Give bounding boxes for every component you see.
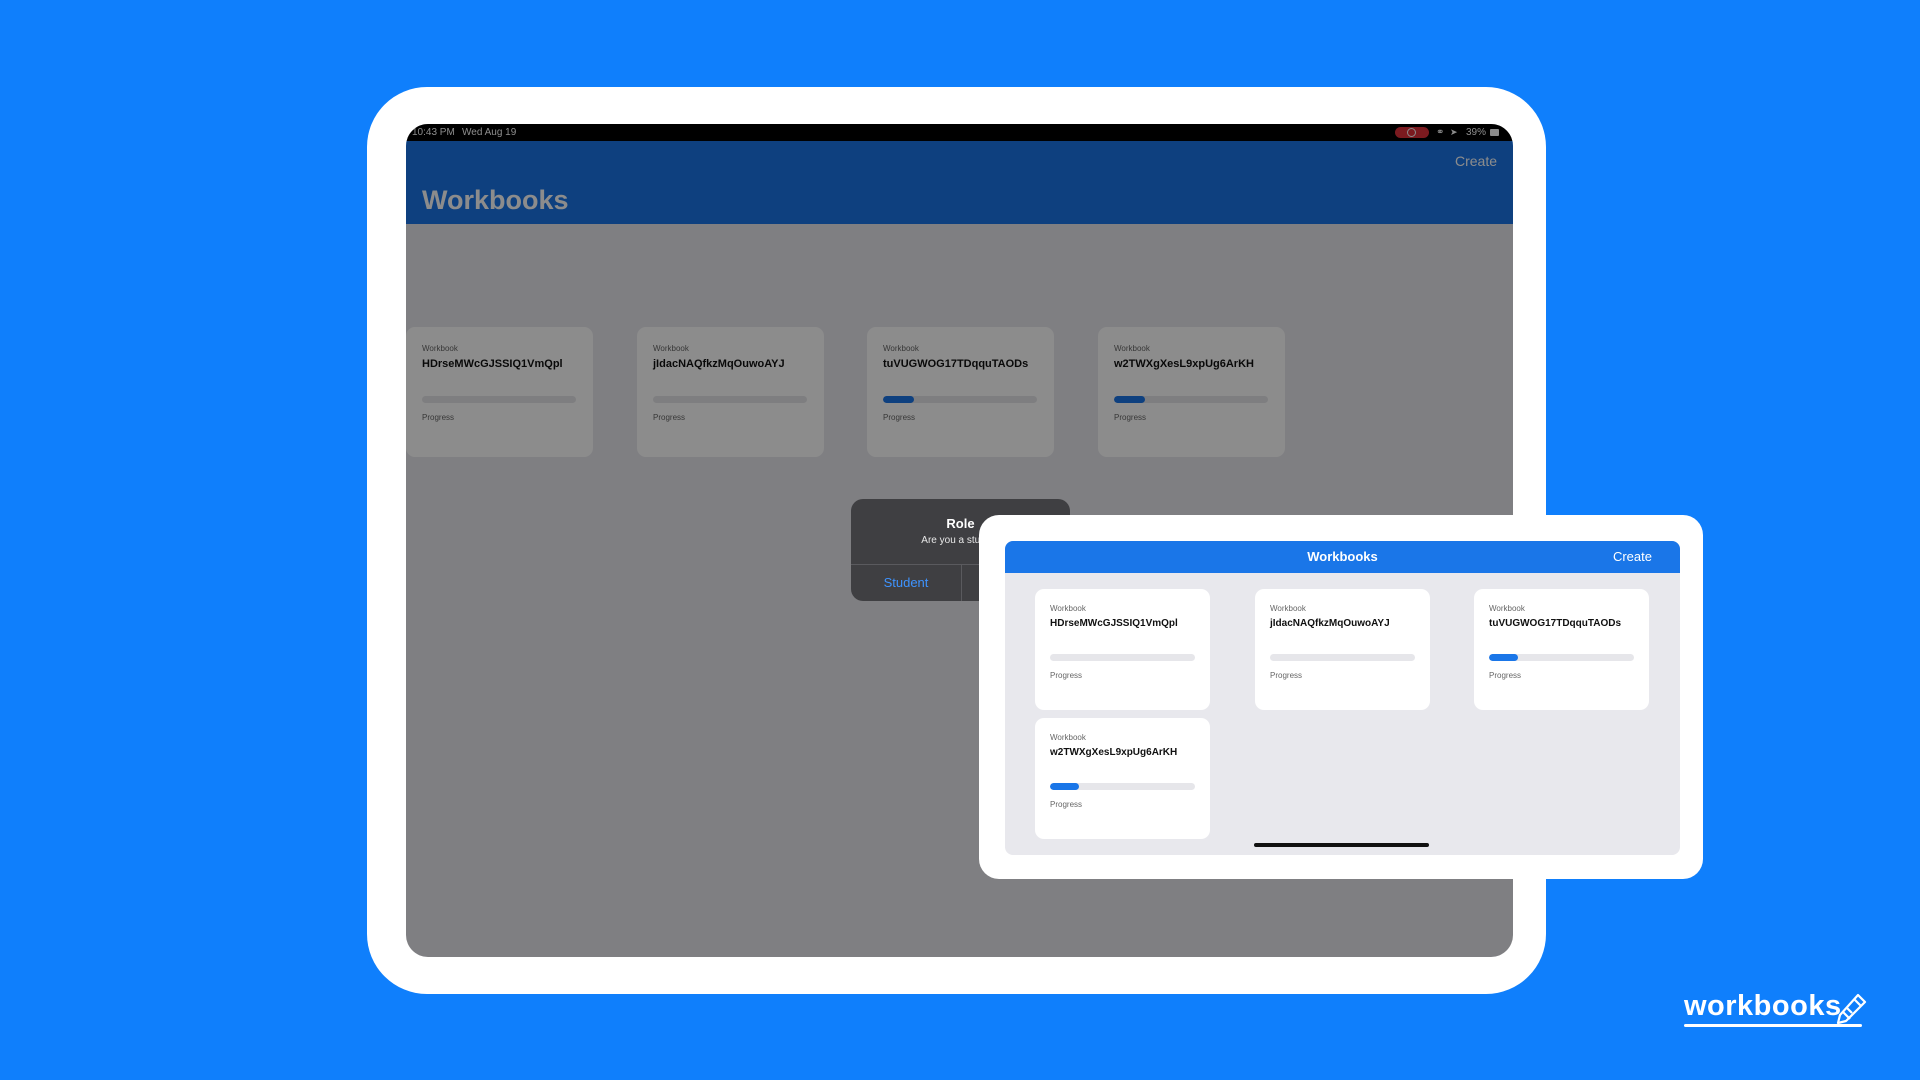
card-type-label: Workbook (1270, 604, 1306, 613)
workbook-card[interactable]: Workbook w2TWXgXesL9xpUg6ArKH Progress (1035, 718, 1210, 839)
workbook-card[interactable]: Workbook HDrseMWcGJSSIQ1VmQpl Progress (1035, 589, 1210, 710)
workbook-name: HDrseMWcGJSSIQ1VmQpl (1050, 618, 1178, 629)
home-indicator[interactable] (1254, 843, 1429, 847)
card-type-label: Workbook (1050, 733, 1086, 742)
progress-bar (1050, 654, 1195, 661)
workbook-name: tuVUGWOG17TDqquTAODs (1489, 618, 1622, 629)
workbook-card[interactable]: Workbook jIdacNAQfkzMqOuwoAYJ Progress (1255, 589, 1430, 710)
inset-nav-bar: Workbooks Create (1005, 541, 1680, 573)
workbook-name: jIdacNAQfkzMqOuwoAYJ (1270, 618, 1390, 629)
card-type-label: Workbook (1489, 604, 1525, 613)
workbook-name: w2TWXgXesL9xpUg6ArKH (1050, 747, 1178, 758)
progress-bar (1270, 654, 1415, 661)
brand-logo-text: workbooks (1684, 990, 1842, 1022)
progress-label: Progress (1050, 671, 1083, 680)
inset-device-frame: Workbooks Create Workbook HDrseMWcGJSSIQ… (979, 515, 1703, 879)
workbook-card[interactable]: Workbook tuVUGWOG17TDqquTAODs Progress (1474, 589, 1649, 710)
inset-screen: Workbooks Create Workbook HDrseMWcGJSSIQ… (1005, 541, 1680, 855)
progress-bar (1489, 654, 1634, 661)
progress-bar (1050, 783, 1195, 790)
pencil-icon (1836, 993, 1867, 1025)
inset-page-title: Workbooks (1307, 549, 1378, 564)
card-type-label: Workbook (1050, 604, 1086, 613)
progress-label: Progress (1489, 671, 1522, 680)
inset-create-button[interactable]: Create (1613, 541, 1652, 573)
progress-label: Progress (1270, 671, 1303, 680)
alert-button-divider (961, 564, 962, 601)
progress-label: Progress (1050, 800, 1083, 809)
student-button[interactable]: Student (851, 564, 961, 601)
